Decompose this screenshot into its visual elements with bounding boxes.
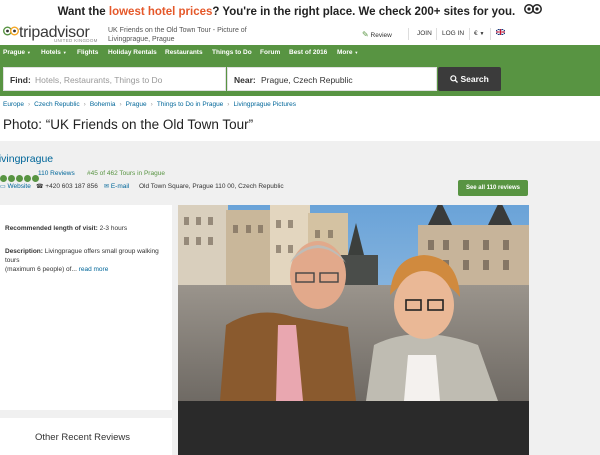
review-button[interactable]: ✎ Review — [362, 30, 392, 39]
main-photo[interactable] — [178, 205, 529, 401]
breadcrumb: Europe › Czech Republic › Bohemia › Prague › Thi… — [3, 101, 296, 108]
other-reviews-heading: Other Recent Reviews — [35, 432, 131, 443]
breadcrumb-pictures[interactable]: Livingprague Pictures — [233, 101, 296, 108]
breadcrumb-europe[interactable]: Europe — [3, 101, 24, 108]
nav-more[interactable]: More ▼ — [337, 49, 358, 56]
near-input[interactable]: Near: Prague, Czech Republic — [227, 67, 437, 91]
rating-bubble-icon — [0, 175, 7, 182]
breadcrumb-prague[interactable]: Prague — [126, 101, 147, 108]
photo-caption-area — [178, 401, 529, 455]
currency-value: € — [474, 30, 478, 37]
banner-highlight: lowest hotel prices — [108, 6, 213, 19]
chevron-down-icon: ▼ — [62, 50, 67, 55]
see-all-reviews-button[interactable]: See all 110 reviews — [458, 180, 528, 196]
read-more-link[interactable]: read more — [79, 266, 109, 273]
nav-forum[interactable]: Forum — [260, 49, 280, 56]
chevron-down-icon: ▼ — [479, 31, 485, 37]
join-link[interactable]: JOIN — [417, 30, 432, 37]
main-nav: Prague ▼ Hotels ▼ Flights Holiday Rental… — [0, 45, 600, 63]
near-label: Near: — [234, 75, 256, 85]
chevron-down-icon: ▼ — [26, 50, 31, 55]
near-value: Prague, Czech Republic — [261, 75, 353, 85]
review-count-link[interactable]: 110 Reviews — [38, 170, 75, 177]
breadcrumb-bohemia[interactable]: Bohemia — [90, 101, 116, 108]
envelope-icon: ✉ — [104, 184, 110, 190]
search-button-label: Search — [460, 74, 489, 84]
website-link[interactable]: ▭ Website — [0, 183, 31, 190]
owl-icon — [524, 0, 543, 24]
find-placeholder: Hotels, Restaurants, Things to Do — [35, 75, 163, 85]
visit-length-value: 2-3 hours — [99, 225, 128, 232]
description-label: Description: — [5, 248, 43, 255]
search-bar: Find: Hotels, Restaurants, Things to Do … — [0, 63, 600, 96]
rating-bubble-icon — [16, 175, 23, 182]
banner-text-post: ? You're in the right place. We check 20… — [212, 6, 516, 19]
visit-length-label: Recommended length of visit: — [5, 225, 98, 232]
nav-restaurants[interactable]: Restaurants — [165, 49, 203, 56]
owl-logo-icon — [3, 24, 19, 42]
currency-selector[interactable]: € ▼ — [474, 30, 484, 37]
find-input[interactable]: Find: Hotels, Restaurants, Things to Do — [3, 67, 226, 91]
nav-flights[interactable]: Flights — [77, 49, 98, 56]
logo-subtitle: UNITED KINGDOM — [54, 38, 98, 43]
phone-icon: ☎ — [36, 184, 44, 190]
nav-things-to-do[interactable]: Things to Do — [212, 49, 252, 56]
login-link[interactable]: LOG IN — [442, 30, 464, 37]
nav-holiday-rentals[interactable]: Holiday Rentals — [108, 49, 157, 56]
nav-best-of-2016[interactable]: Best of 2016 — [289, 49, 327, 56]
header-page-title: UK Friends on the Old Town Tour - Pictur… — [108, 27, 247, 43]
breadcrumb-czech-republic[interactable]: Czech Republic — [34, 101, 80, 108]
visit-length: Recommended length of visit: 2-3 hours — [5, 224, 127, 233]
promo-banner: Want the lowest hotel prices? You're in … — [0, 0, 600, 24]
nav-hotels[interactable]: Hotels ▼ — [41, 49, 67, 56]
monitor-icon: ▭ — [0, 184, 6, 190]
page-title: Photo: “UK Friends on the Old Town Tour” — [3, 117, 254, 132]
breadcrumb-things-to-do[interactable]: Things to Do in Prague — [157, 101, 223, 108]
chevron-down-icon: ▼ — [354, 50, 359, 55]
email-link[interactable]: ✉ E-mail — [104, 183, 129, 190]
details-card: Recommended length of visit: 2-3 hours D… — [0, 205, 172, 410]
nav-prague[interactable]: Prague ▼ — [3, 49, 31, 56]
ranking-link[interactable]: #45 of 462 Tours in Prague — [87, 170, 165, 177]
find-label: Find: — [10, 75, 31, 85]
pencil-icon: ✎ — [362, 30, 369, 39]
address: Old Town Square, Prague 110 00, Czech Re… — [139, 183, 284, 190]
description-text-2: (maximum 6 people) of... — [5, 266, 77, 273]
rating-bubble-icon — [24, 175, 31, 182]
uk-flag-icon[interactable] — [495, 28, 506, 37]
banner-text-pre: Want the — [57, 6, 109, 19]
search-icon — [450, 74, 460, 84]
other-reviews-section: Other Recent Reviews — [0, 418, 172, 455]
operator-name[interactable]: Livingprague — [0, 153, 53, 165]
rating-bubble-icon — [8, 175, 15, 182]
site-header: tripadvisor UNITED KINGDOM UK Friends on… — [0, 24, 600, 45]
search-button[interactable]: Search — [438, 67, 501, 91]
review-label: Review — [370, 32, 392, 39]
description: Description: Livingprague offers small g… — [5, 247, 172, 274]
phone-number[interactable]: ☎ +420 603 187 856 — [36, 183, 98, 190]
